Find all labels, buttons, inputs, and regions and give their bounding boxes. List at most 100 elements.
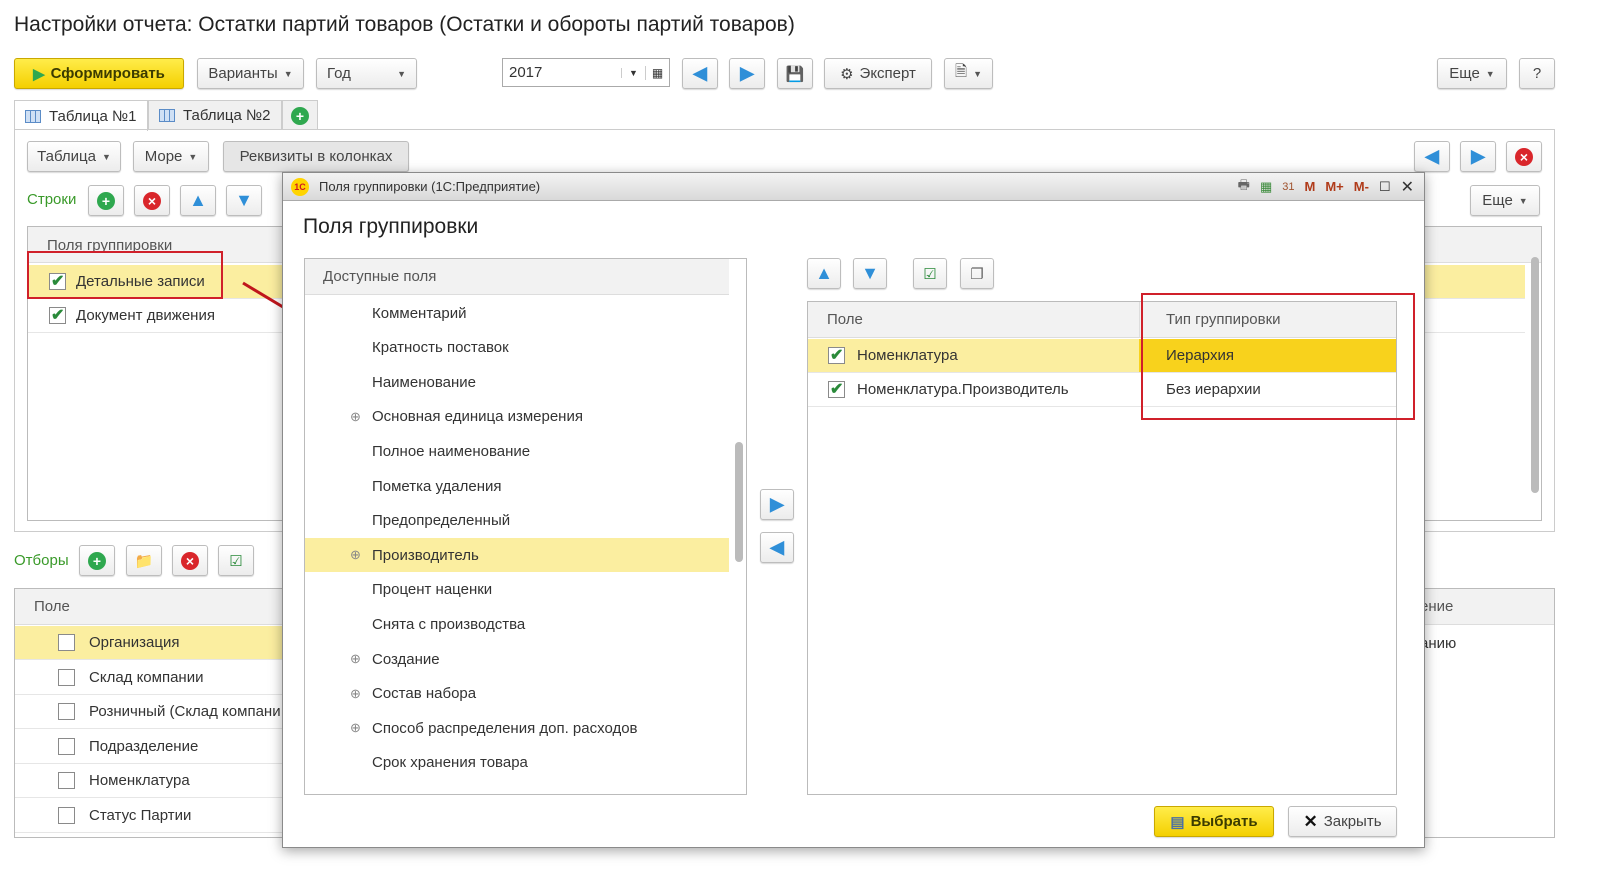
scrollbar[interactable] — [735, 442, 743, 562]
checkbox[interactable] — [58, 634, 75, 651]
checkbox[interactable] — [58, 807, 75, 824]
move-down-button[interactable]: ▼ — [226, 185, 262, 216]
checkbox[interactable] — [828, 345, 845, 365]
expand-icon[interactable]: ⊕ — [350, 409, 361, 425]
arrow-right-icon: ▶ — [740, 63, 754, 83]
add-filter-button[interactable]: + — [79, 545, 115, 576]
filter-row[interactable]: Розничный (Склад компани — [15, 695, 285, 729]
delete-row-button[interactable]: × — [134, 185, 170, 216]
delete-button[interactable]: × — [1506, 141, 1542, 172]
close-button[interactable]: ✕ Закрыть — [1288, 806, 1397, 837]
available-field-item[interactable]: ⊕ Состав набора — [305, 677, 729, 711]
check-all-button[interactable]: ☑ — [218, 545, 254, 576]
available-field-item[interactable]: Комментарий — [305, 296, 729, 330]
uncheck-all-icon: ❐ — [970, 265, 984, 283]
play-icon: ▶ — [33, 65, 45, 83]
available-field-item[interactable]: Кратность поставок — [305, 331, 729, 365]
available-field-item[interactable]: Срок хранения товара — [305, 746, 729, 780]
annotation-box — [1141, 293, 1415, 420]
export-button[interactable]: 🗎 ▼ — [944, 58, 993, 89]
save-button[interactable]: 💾 — [777, 58, 813, 89]
remove-field-button[interactable]: ◀ — [760, 532, 794, 563]
rows-more-button[interactable]: Еще ▼ — [1470, 185, 1540, 216]
filter-row[interactable]: Подразделение — [15, 730, 285, 764]
checkbox[interactable] — [828, 379, 845, 399]
calendar-icon[interactable]: 31 — [1282, 181, 1294, 193]
available-field-item[interactable]: Наименование — [305, 365, 729, 399]
filter-row[interactable]: Номенклатура — [15, 764, 285, 798]
available-field-item[interactable]: Процент наценки — [305, 573, 729, 607]
delete-filter-button[interactable]: × — [172, 545, 208, 576]
checkbox[interactable] — [58, 669, 75, 686]
calculator-icon[interactable]: ▦ — [1260, 179, 1272, 195]
generate-button[interactable]: ▶ Сформировать — [14, 58, 184, 89]
item-label: Основная единица измерения — [372, 408, 583, 426]
available-field-item[interactable]: ⊕ Основная единица измерения — [305, 400, 729, 434]
available-field-item[interactable]: ⊕ Способ распределения доп. расходов — [305, 711, 729, 745]
available-field-item[interactable]: Пометка удаления — [305, 469, 729, 503]
more-button[interactable]: Еще ▼ — [1437, 58, 1507, 89]
selected-row[interactable]: Номенклатура.Производитель — [808, 373, 1139, 407]
filter-row[interactable]: Организация — [15, 626, 285, 660]
year-field[interactable]: 2017 ▼ ▦ — [502, 58, 670, 87]
period-select[interactable]: Год ▼ — [316, 58, 417, 89]
filter-row[interactable]: Склад компании — [15, 661, 285, 695]
scrollbar[interactable] — [1531, 257, 1539, 493]
move-up-button[interactable]: ▲ — [180, 185, 216, 216]
available-field-item[interactable]: Снята с производства — [305, 607, 729, 641]
expand-icon[interactable]: ⊕ — [350, 547, 361, 563]
tab-table-2[interactable]: Таблица №2 — [148, 100, 282, 130]
expand-icon[interactable]: ⊕ — [350, 686, 361, 702]
table-menu-button[interactable]: Таблица ▼ — [27, 141, 121, 172]
annotation-box — [27, 251, 223, 299]
list-header: Доступные поля — [305, 259, 729, 295]
add-group-button[interactable]: 📁 — [126, 545, 162, 576]
item-label: Полное наименование — [372, 442, 531, 460]
move-down-button[interactable]: ▼ — [853, 258, 887, 289]
tab-table-1[interactable]: Таблица №1 — [14, 100, 148, 131]
choose-button[interactable]: ▤ Выбрать — [1154, 806, 1274, 837]
uncheck-all-button[interactable]: ❐ — [960, 258, 994, 289]
memory-subtract-button[interactable]: M- — [1354, 179, 1369, 194]
prev-button[interactable]: ◀ — [682, 58, 718, 89]
save-icon: 💾 — [785, 65, 805, 83]
expert-button[interactable]: ⚙ Эксперт — [824, 58, 932, 89]
memory-button[interactable]: M — [1305, 179, 1316, 194]
expand-icon[interactable]: ⊕ — [350, 651, 361, 667]
available-field-item[interactable]: ⊕ Производитель — [305, 538, 729, 573]
expand-icon[interactable]: ⊕ — [350, 720, 361, 736]
chevron-down-icon: ▼ — [283, 68, 293, 79]
next-arrow-button[interactable]: ▶ — [1460, 141, 1496, 172]
checkbox[interactable] — [58, 703, 75, 720]
selected-row[interactable]: Номенклатура — [808, 339, 1139, 373]
add-tab-button[interactable]: + — [282, 100, 318, 130]
variants-button[interactable]: Варианты ▼ — [197, 58, 304, 89]
plus-icon: + — [291, 106, 309, 125]
item-label: Состав набора — [372, 685, 477, 703]
checkbox[interactable] — [58, 738, 75, 755]
columns-toggle-button[interactable]: Реквизиты в колонках — [223, 141, 409, 172]
add-field-button[interactable]: ▶ — [760, 489, 794, 520]
checkbox[interactable] — [49, 305, 66, 325]
dropdown-icon[interactable]: ▼ — [621, 67, 645, 78]
document-icon: 🗎 — [955, 63, 968, 80]
available-field-item[interactable]: ⊕ Создание — [305, 642, 729, 676]
folder-add-icon: 📁 — [134, 552, 154, 570]
available-field-item[interactable]: Предопределенный — [305, 504, 729, 538]
next-button[interactable]: ▶ — [729, 58, 765, 89]
checkbox[interactable] — [58, 772, 75, 789]
check-all-button[interactable]: ☑ — [913, 258, 947, 289]
available-field-item[interactable]: Полное наименование — [305, 434, 729, 468]
close-icon[interactable]: ✕ — [1401, 177, 1414, 197]
prev-arrow-button[interactable]: ◀ — [1414, 141, 1450, 172]
maximize-icon[interactable]: ☐ — [1379, 179, 1391, 195]
filter-row[interactable]: Статус Партии — [15, 799, 285, 833]
print-icon[interactable]: 🖶 — [1238, 176, 1250, 198]
move-up-button[interactable]: ▲ — [807, 258, 841, 289]
calendar-icon[interactable]: ▦ — [645, 65, 669, 80]
add-row-button[interactable]: + — [88, 185, 124, 216]
more-menu-button[interactable]: Море ▼ — [133, 141, 209, 172]
memory-add-button[interactable]: M+ — [1325, 179, 1343, 194]
help-button[interactable]: ? — [1519, 58, 1555, 89]
arrow-right-icon: ▶ — [1471, 146, 1485, 166]
